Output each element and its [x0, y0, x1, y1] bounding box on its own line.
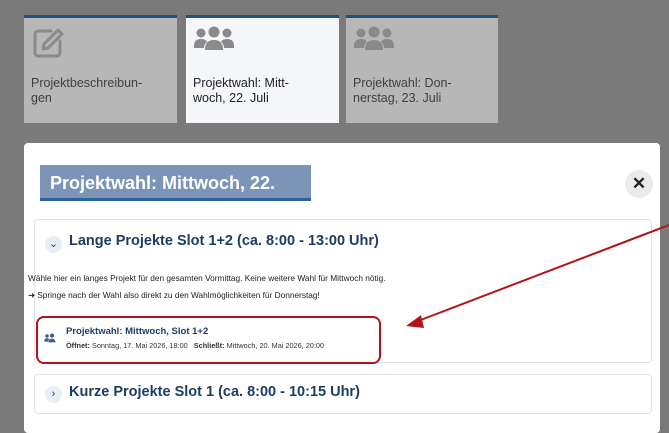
tile-label: Projektwahl: Mitt- woch, 22. Juli — [193, 76, 289, 105]
users-icon — [353, 26, 490, 66]
section-kurze-projekte: › Kurze Projekte Slot 1 (ca. 8:00 - 10:1… — [34, 374, 652, 414]
users-icon — [193, 26, 331, 66]
chevron-glyph: ⌄ — [48, 238, 59, 250]
closes-label: Schließt: — [193, 341, 225, 350]
tile-projektwahl-mittwoch[interactable]: Projektwahl: Mitt- woch, 22. Juli — [186, 15, 339, 123]
chevron-down-icon[interactable]: ⌄ — [45, 236, 62, 253]
close-icon: ✕ — [631, 174, 647, 193]
section-description: Wähle hier ein langes Projekt für den ge… — [28, 273, 386, 283]
chevron-right-icon[interactable]: › — [45, 386, 62, 403]
activity-item[interactable]: Projektwahl: Mittwoch, Slot 1+2 Öffnet: … — [36, 316, 381, 364]
closes-value: Mittwoch, 20. Mai 2026, 20:00 — [226, 341, 324, 350]
modal-title: Projektwahl: Mittwoch, 22. Juli — [40, 165, 311, 229]
activity-link[interactable]: Projektwahl: Mittwoch, Slot 1+2 — [66, 326, 208, 337]
opens-label: Öffnet: — [66, 341, 90, 350]
section-title[interactable]: Kurze Projekte Slot 1 (ca. 8:00 - 10:15 … — [69, 384, 360, 400]
tile-projektwahl-donnerstag[interactable]: Projektwahl: Don- nerstag, 23. Juli — [346, 15, 498, 123]
opens-value: Sonntag, 17. Mai 2026, 18:00 — [91, 341, 188, 350]
chevron-glyph: › — [51, 388, 56, 400]
modal-dialog: Projektwahl: Mittwoch, 22. Juli ✕ ⌄ Lang… — [24, 143, 660, 433]
tile-projektbeschreibungen[interactable]: Projektbeschreibun- gen — [24, 15, 177, 123]
users-icon — [44, 332, 60, 350]
close-button[interactable]: ✕ — [625, 170, 653, 198]
edit-icon — [31, 26, 169, 66]
section-title[interactable]: Lange Projekte Slot 1+2 (ca. 8:00 - 13:0… — [69, 233, 379, 249]
section-hint: ➜ Springe nach der Wahl also direkt zu d… — [28, 290, 320, 300]
tile-label: Projektbeschreibun- gen — [31, 76, 143, 105]
tile-label: Projektwahl: Don- nerstag, 23. Juli — [353, 76, 452, 105]
activity-dates: Öffnet: Sonntag, 17. Mai 2026, 18:00 Sch… — [66, 341, 324, 350]
